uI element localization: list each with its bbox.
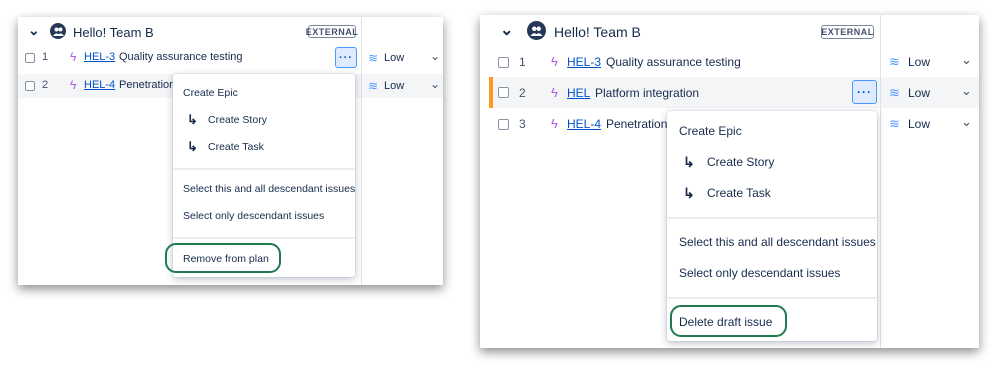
chevron-down-icon[interactable]: ⌄	[961, 114, 972, 130]
menu-item-select-only-descendants[interactable]: Select only descendant issues	[667, 263, 877, 283]
priority-cell[interactable]: ≋ Low ⌄	[881, 77, 979, 108]
chevron-down-icon[interactable]: ⌄	[961, 52, 972, 68]
chevron-down-icon[interactable]: ⌄	[28, 22, 40, 39]
menu-item-label: Create Task	[707, 186, 771, 200]
priority-label: Low	[384, 80, 405, 92]
menu-divider	[173, 168, 355, 170]
menu-item-label: Create Epic	[679, 124, 742, 138]
menu-item-create-story[interactable]: ↳ Create Story	[173, 111, 355, 129]
menu-divider	[667, 297, 877, 299]
row-checkbox[interactable]	[498, 87, 509, 98]
menu-item-create-task[interactable]: ↳ Create Task	[667, 183, 877, 203]
menu-item-label: Create Epic	[183, 87, 238, 99]
chevron-down-icon[interactable]: ⌄	[961, 83, 972, 99]
menu-divider	[667, 217, 877, 219]
chevron-down-icon[interactable]: ⌄	[430, 49, 440, 63]
issue-key-link[interactable]: HEL-4	[567, 117, 601, 131]
chevron-down-icon[interactable]: ⌄	[500, 20, 513, 40]
issue-actions-menu: Create Epic ↳ Create Story ↳ Create Task S…	[667, 111, 877, 341]
team-avatar-icon	[50, 23, 66, 39]
row-number: 1	[42, 51, 49, 63]
issue-key-link[interactable]: HEL-3	[567, 55, 601, 69]
child-arrow-icon: ↳	[187, 112, 198, 127]
menu-item-create-task[interactable]: ↳ Create Task	[173, 138, 355, 156]
menu-item-create-epic[interactable]: Create Epic	[173, 84, 355, 102]
priority-low-icon: ≋	[368, 51, 379, 65]
child-arrow-icon: ↳	[187, 139, 198, 154]
child-arrow-icon: ↳	[683, 184, 695, 201]
epic-lightning-icon: ϟ	[70, 50, 77, 64]
issue-key-link[interactable]: HEL	[567, 86, 590, 100]
table-row[interactable]: 1 ϟ HEL-3 Quality assurance testing ···	[18, 47, 361, 69]
highlight-ring	[165, 243, 281, 273]
priority-cell[interactable]: ≋ Low ⌄	[881, 111, 979, 137]
external-badge: EXTERNAL	[305, 25, 359, 38]
epic-lightning-icon: ϟ	[70, 78, 77, 92]
priority-label: Low	[908, 55, 931, 69]
menu-divider	[173, 237, 355, 239]
issue-key-link[interactable]: HEL-3	[84, 51, 115, 63]
menu-item-label: Select only descendant issues	[183, 210, 325, 222]
menu-item-select-all-descendants[interactable]: Select this and all descendant issues	[667, 232, 877, 252]
menu-item-label: Create Story	[707, 155, 775, 169]
issue-summary: Platform integration	[595, 86, 700, 100]
row-checkbox[interactable]	[498, 57, 509, 68]
table-row[interactable]: 2 ϟ HEL Platform integration ···	[493, 77, 880, 108]
chevron-down-icon[interactable]: ⌄	[430, 77, 440, 91]
priority-label: Low	[908, 117, 931, 131]
menu-item-label: Select this and all descendant issues	[679, 235, 876, 249]
menu-item-label: Select this and all descendant issues	[183, 183, 356, 195]
menu-item-label: Select only descendant issues	[679, 266, 841, 280]
priority-cell[interactable]: ≋ Low ⌄	[362, 74, 443, 98]
epic-lightning-icon: ϟ	[551, 116, 558, 131]
row-number: 2	[519, 86, 526, 100]
priority-low-icon: ≋	[368, 79, 379, 93]
priority-low-icon: ≋	[889, 85, 900, 100]
issue-actions-menu: Create Epic ↳ Create Story ↳ Create Task S…	[165, 74, 355, 277]
table-row[interactable]: 1 ϟ HEL-3 Quality assurance testing	[480, 50, 880, 74]
priority-low-icon: ≋	[889, 54, 900, 69]
issue-summary: Penetration	[119, 79, 176, 91]
epic-lightning-icon: ϟ	[551, 54, 558, 69]
row-number: 3	[519, 117, 526, 131]
menu-item-label: Create Task	[208, 141, 264, 153]
child-arrow-icon: ↳	[683, 153, 695, 170]
menu-item-create-story[interactable]: ↳ Create Story	[667, 152, 877, 172]
external-badge: EXTERNAL	[821, 25, 874, 39]
priority-label: Low	[908, 86, 931, 100]
priority-cell[interactable]: ≋ Low ⌄	[881, 50, 979, 74]
menu-item-label: Create Story	[208, 114, 267, 126]
left-panel: ⌄ Hello! Team B EXTERNAL 1 ϟ HEL-3 Quali…	[18, 17, 443, 285]
menu-item-select-only-descendants[interactable]: Select only descendant issues	[173, 207, 355, 225]
team-name: Hello! Team B	[554, 24, 641, 40]
team-avatar-icon	[527, 21, 546, 40]
more-actions-button[interactable]: ···	[852, 80, 877, 104]
row-checkbox[interactable]	[498, 119, 509, 130]
priority-cell[interactable]: ≋ Low ⌄	[362, 47, 443, 69]
menu-item-create-epic[interactable]: Create Epic	[667, 121, 877, 141]
menu-item-select-all-descendants[interactable]: Select this and all descendant issues	[173, 180, 355, 198]
row-checkbox[interactable]	[25, 53, 35, 63]
right-panel: ⌄ Hello! Team B EXTERNAL 1 ϟ HEL-3 Quali…	[480, 15, 979, 348]
highlight-ring	[670, 305, 787, 337]
more-actions-button[interactable]: ···	[335, 47, 357, 68]
priority-low-icon: ≋	[889, 116, 900, 131]
issue-summary: Quality assurance testing	[606, 55, 741, 69]
epic-lightning-icon: ϟ	[551, 85, 558, 100]
issue-summary: Penetration	[606, 117, 668, 131]
issue-key-link[interactable]: HEL-4	[84, 79, 115, 91]
priority-label: Low	[384, 52, 405, 64]
row-number: 1	[519, 55, 526, 69]
row-checkbox[interactable]	[25, 81, 35, 91]
row-number: 2	[42, 79, 49, 91]
issue-summary: Quality assurance testing	[119, 51, 243, 63]
team-name: Hello! Team B	[73, 25, 154, 40]
